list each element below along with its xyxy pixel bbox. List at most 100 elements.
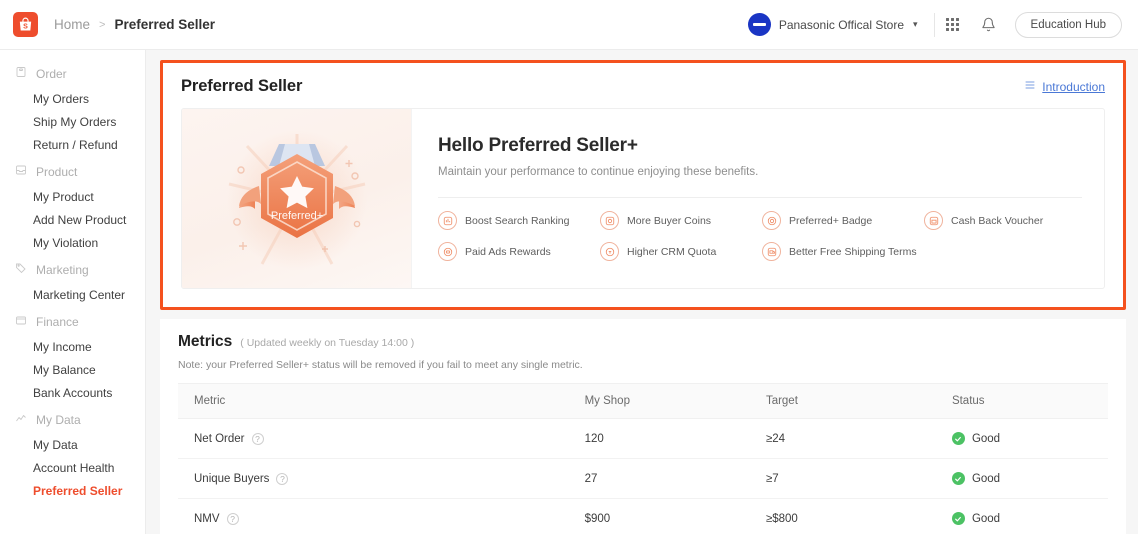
cell-status: Good [935, 458, 1108, 499]
question-circle-icon[interactable]: ? [276, 472, 289, 485]
benefit-boost-search-ranking: Boost Search Ranking [438, 211, 596, 230]
sidebar-group-header[interactable]: Finance [0, 308, 145, 335]
metrics-section: Metrics ( Updated weekly on Tuesday 14:0… [160, 319, 1126, 534]
cell-my-shop: $900 [568, 498, 750, 534]
top-bar: S Home > Preferred Seller Panasonic Offi… [0, 0, 1138, 50]
status-ok-icon [951, 432, 965, 445]
ads-icon [438, 242, 457, 261]
sidebar-item-preferred-seller[interactable]: Preferred Seller [0, 479, 145, 502]
education-hub-button[interactable]: Education Hub [1014, 11, 1122, 38]
benefit-cash-back-voucher: Cash Back Voucher [924, 211, 1082, 230]
sidebar-group-label: Finance [36, 314, 79, 329]
benefit-label: Better Free Shipping Terms [789, 245, 917, 258]
coins-icon [600, 211, 619, 230]
cell-target: ≥7 [749, 458, 936, 499]
card-header: Preferred Seller Introduction [181, 77, 1105, 96]
hero-illustration: Preferred+ [182, 109, 412, 288]
benefit-label: Higher CRM Quota [627, 245, 717, 258]
bell-icon[interactable] [971, 10, 1007, 40]
sidebar-item-add-new-product[interactable]: Add New Product [0, 208, 145, 231]
metrics-note: Note: your Preferred Seller+ status will… [178, 359, 583, 371]
shipping-icon [762, 242, 781, 261]
benefit-better-free-shipping-terms: Better Free Shipping Terms [762, 242, 920, 261]
sidebar-item-my-income[interactable]: My Income [0, 335, 145, 358]
preferred-seller-highlight-frame: Preferred Seller Introduction Preferred+… [160, 60, 1126, 310]
star-badge-medal: Preferred+ [207, 124, 387, 274]
divider [438, 197, 1082, 198]
page-title: Preferred Seller [181, 77, 303, 95]
chart-line-icon [15, 412, 27, 427]
sidebar-group-marketing: Marketing Marketing Center [0, 256, 145, 306]
sidebar-item-ship-my-orders[interactable]: Ship My Orders [0, 110, 145, 133]
sidebar-item-my-product[interactable]: My Product [0, 185, 145, 208]
grid-apps-icon[interactable] [935, 10, 971, 40]
question-circle-icon[interactable]: ? [226, 512, 239, 525]
sidebar-group-label: Product [36, 164, 78, 179]
question-circle-icon[interactable]: ? [251, 432, 264, 445]
status-badge: Good [971, 512, 1001, 525]
cell-target: ≥24 [749, 418, 936, 459]
status-ok-icon [951, 472, 965, 485]
breadcrumb-home[interactable]: Home [54, 17, 90, 32]
body: Order My Orders Ship My Orders Return / … [0, 50, 1138, 534]
cell-status: Good [935, 418, 1108, 459]
sidebar-group-header[interactable]: Order [0, 60, 145, 87]
metric-name: Unique Buyers [194, 472, 270, 485]
ranking-icon [438, 211, 457, 230]
chevron-down-icon: ▾ [913, 19, 918, 29]
hero-content: Hello Preferred Seller+ Maintain your pe… [412, 109, 1104, 288]
sidebar-group-finance: Finance My Income My Balance Bank Accoun… [0, 308, 145, 404]
hero-banner: Preferred+ Hello Preferred Seller+ Maint… [181, 108, 1105, 289]
table-row: Unique Buyers ? 27 ≥7 Good [178, 458, 1108, 499]
breadcrumb-separator: > [99, 18, 106, 31]
table-row: Net Order ? 120 ≥24 Good [178, 418, 1108, 459]
sidebar-item-my-violation[interactable]: My Violation [0, 231, 145, 254]
sidebar-item-bank-accounts[interactable]: Bank Accounts [0, 381, 145, 404]
table-row: NMV ? $900 ≥$800 Good [178, 498, 1108, 534]
sidebar-item-my-data[interactable]: My Data [0, 433, 145, 456]
benefit-preferred-badge: Preferred+ Badge [762, 211, 920, 230]
avatar [747, 13, 771, 36]
column-header-metric: Metric [178, 383, 569, 419]
benefits-list: Boost Search Ranking More Buyer Coins Pr… [438, 211, 1082, 261]
introduction-link[interactable]: Introduction [1024, 79, 1105, 94]
benefit-paid-ads-rewards: Paid Ads Rewards [438, 242, 596, 261]
sidebar-item-marketing-center[interactable]: Marketing Center [0, 283, 145, 306]
sidebar-item-my-orders[interactable]: My Orders [0, 87, 145, 110]
breadcrumb-current: Preferred Seller [114, 17, 216, 32]
hero-heading: Hello Preferred Seller+ [438, 135, 638, 156]
top-bar-right: Panasonic Offical Store ▾ Education Hub [747, 10, 1122, 40]
sidebar-group-my-data: My Data My Data Account Health Preferred… [0, 406, 145, 502]
status-badge: Good [971, 432, 1001, 445]
sidebar-group-label: Order [36, 66, 67, 81]
tag-icon [15, 262, 27, 277]
svg-text:S: S [23, 22, 28, 30]
column-header-status: Status [935, 383, 1108, 419]
account-menu[interactable]: Panasonic Offical Store ▾ [747, 13, 934, 36]
hero-subheading: Maintain your performance to continue en… [438, 166, 759, 178]
sidebar-group-header[interactable]: My Data [0, 406, 145, 433]
sidebar-group-header[interactable]: Product [0, 158, 145, 185]
sidebar-item-account-health[interactable]: Account Health [0, 456, 145, 479]
inbox-icon [15, 164, 27, 179]
metrics-header: Metrics ( Updated weekly on Tuesday 14:0… [178, 333, 1108, 351]
shopee-bag-icon[interactable]: S [13, 12, 38, 37]
benefit-empty-slot [924, 242, 1082, 261]
sidebar-item-my-balance[interactable]: My Balance [0, 358, 145, 381]
cell-my-shop: 27 [568, 458, 750, 499]
main-content: Preferred Seller Introduction Preferred+… [146, 50, 1138, 534]
sidebar-group-header[interactable]: Marketing [0, 256, 145, 283]
breadcrumb: Home > Preferred Seller [54, 17, 215, 32]
status-badge: Good [971, 472, 1001, 485]
voucher-icon [924, 211, 943, 230]
sidebar-group-label: Marketing [36, 262, 89, 277]
clipboard-icon [15, 66, 27, 81]
sidebar-item-return-refund[interactable]: Return / Refund [0, 133, 145, 156]
crm-icon [600, 242, 619, 261]
benefit-higher-crm-quota: Higher CRM Quota [600, 242, 758, 261]
cell-metric: Unique Buyers ? [178, 458, 569, 499]
cell-my-shop: 120 [568, 418, 750, 459]
wallet-icon [15, 314, 27, 329]
benefit-label: Cash Back Voucher [951, 214, 1044, 227]
cell-status: Good [935, 498, 1108, 534]
